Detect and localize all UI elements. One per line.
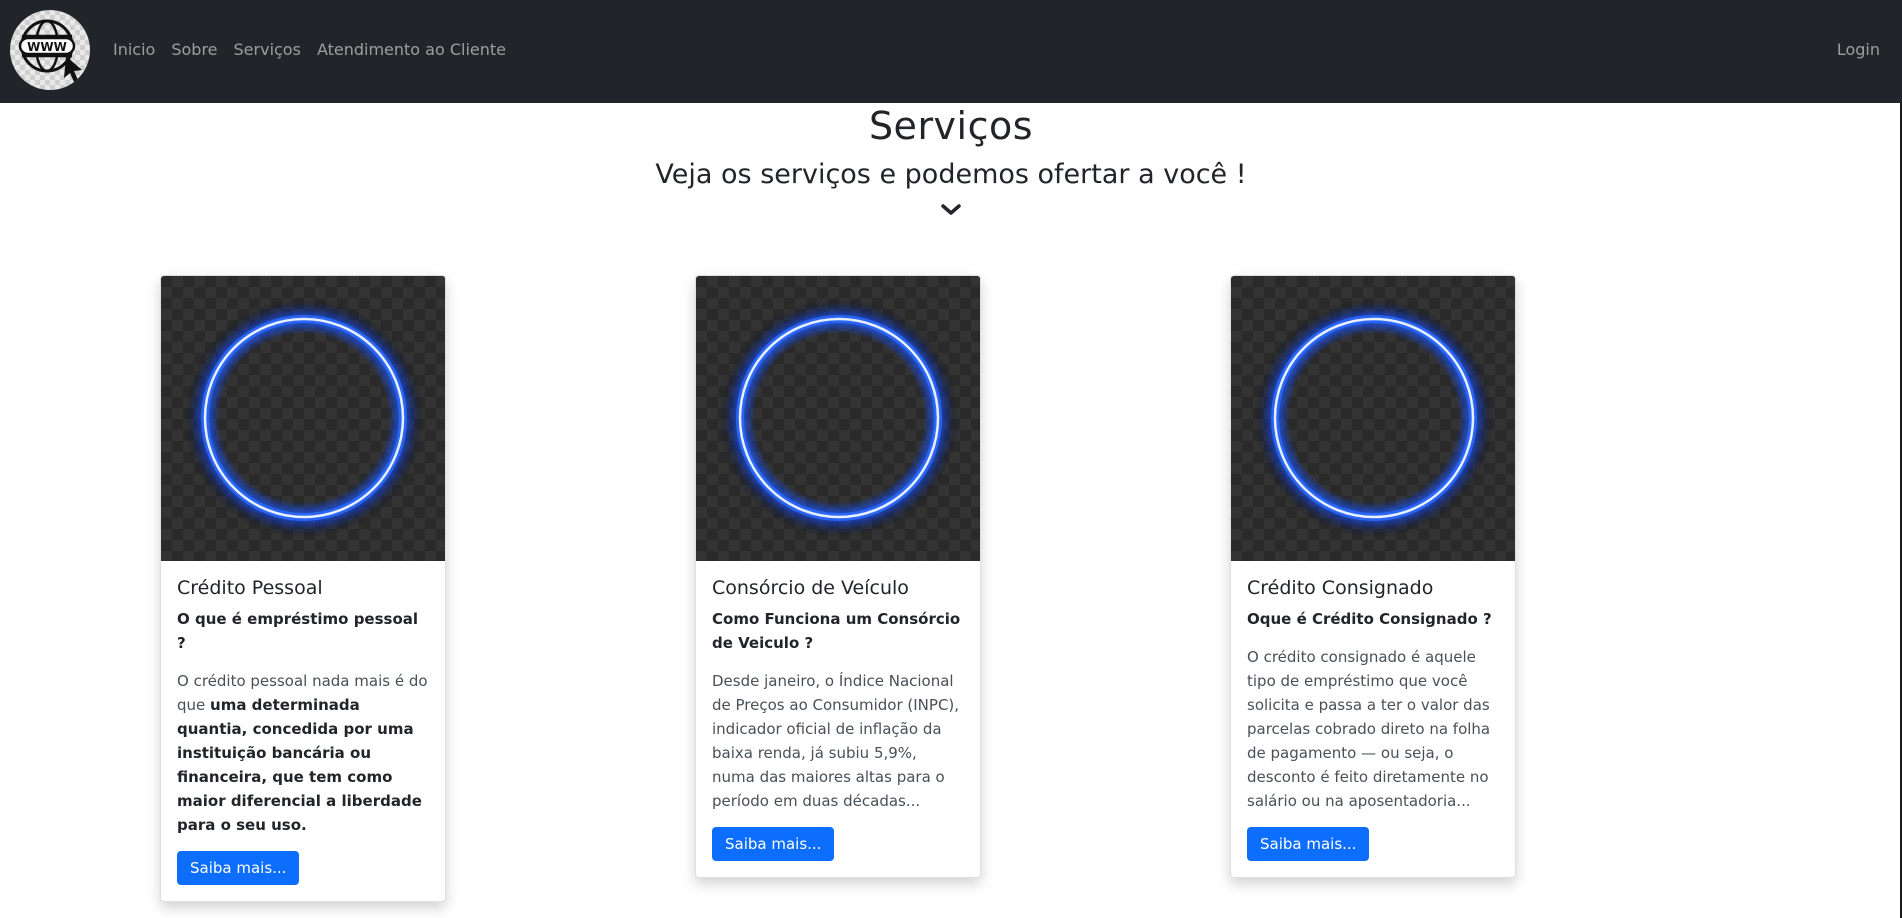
saiba-mais-button[interactable]: Saiba mais... [1247, 827, 1370, 861]
page-title: Serviços [868, 104, 1034, 148]
card-image [161, 276, 445, 561]
globe-cursor-icon: WWW [18, 19, 82, 82]
service-card-credito-consignado: Crédito Consignado Oque é Crédito Consig… [1230, 275, 1516, 878]
nav-link-sobre[interactable]: Sobre [171, 40, 217, 59]
card-text: O crédito consignado é aquele tipo de em… [1247, 648, 1491, 810]
blue-ring-icon [184, 298, 424, 538]
saiba-mais-button[interactable]: Saiba mais... [177, 851, 300, 885]
card-title: Crédito Consignado [1247, 577, 1434, 599]
logo[interactable]: WWW [10, 10, 90, 90]
nav-link-servicos[interactable]: Serviços [234, 40, 301, 59]
card-subtitle: O que é empréstimo pessoal ? [177, 610, 419, 652]
service-card-credito-pessoal: Crédito Pessoal O que é empréstimo pesso… [160, 275, 446, 902]
navbar: WWW Inicio Sobre Serviços Atendimento ao… [0, 0, 1902, 103]
card-image [696, 276, 980, 561]
card-subtitle: Oque é Crédito Consignado ? [1247, 610, 1492, 628]
card-image [1231, 276, 1515, 561]
nav-links: Inicio Sobre Serviços Atendimento ao Cli… [113, 40, 522, 59]
card-title: Consórcio de Veículo [712, 577, 909, 599]
card-text-bold: uma determinada quantia, concedida por u… [177, 696, 422, 834]
card-subtitle: Como Funciona um Consórcio de Veiculo ? [712, 610, 961, 652]
blue-ring-icon [1254, 298, 1494, 538]
card-text: Desde janeiro, o Índice Nacional de Preç… [712, 672, 960, 810]
chevron-down-icon[interactable] [941, 202, 961, 218]
blue-ring-icon [719, 298, 959, 538]
svg-text:WWW: WWW [27, 40, 67, 54]
login-link[interactable]: Login [1837, 40, 1880, 59]
nav-link-atendimento[interactable]: Atendimento ao Cliente [317, 40, 506, 59]
service-card-consorcio-veiculo: Consórcio de Veículo Como Funciona um Co… [695, 275, 981, 878]
nav-link-inicio[interactable]: Inicio [113, 40, 155, 59]
saiba-mais-button[interactable]: Saiba mais... [712, 827, 835, 861]
card-text: O crédito pessoal nada mais é do que uma… [177, 669, 429, 837]
page-subtitle: Veja os serviços e podemos ofertar a voc… [655, 159, 1247, 190]
card-title: Crédito Pessoal [177, 577, 323, 599]
